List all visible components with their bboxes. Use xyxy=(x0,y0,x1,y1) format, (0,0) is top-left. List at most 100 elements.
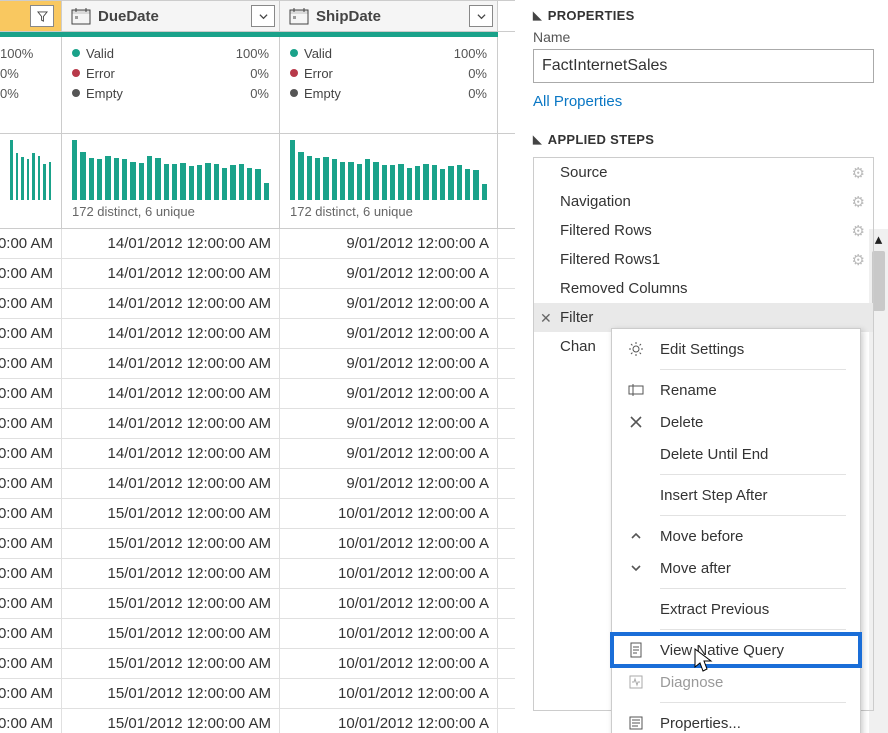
table-row[interactable]: 00:00 AM14/01/2012 12:00:00 AM9/01/2012 … xyxy=(0,259,515,289)
table-row[interactable]: 00:00 AM15/01/2012 12:00:00 AM10/01/2012… xyxy=(0,679,515,709)
table-row[interactable]: 00:00 AM14/01/2012 12:00:00 AM9/01/2012 … xyxy=(0,439,515,469)
table-cell: 15/01/2012 12:00:00 AM xyxy=(62,529,280,558)
ctx-rename[interactable]: Rename xyxy=(612,374,860,406)
ctx-move-after[interactable]: Move after xyxy=(612,552,860,584)
applied-step[interactable]: Filtered Rows ⚙ xyxy=(534,216,873,245)
column-header-partial[interactable] xyxy=(0,1,62,31)
collapse-triangle-icon: ◣ xyxy=(533,133,542,146)
properties-icon xyxy=(626,715,646,731)
applied-step[interactable]: Removed Columns xyxy=(534,274,873,303)
step-label: Filtered Rows xyxy=(560,222,652,239)
table-cell: 10/01/2012 12:00:00 A xyxy=(280,559,498,588)
table-row[interactable]: 00:00 AM14/01/2012 12:00:00 AM9/01/2012 … xyxy=(0,319,515,349)
table-cell: 9/01/2012 12:00:00 A xyxy=(280,379,498,408)
step-label: Removed Columns xyxy=(560,280,688,297)
table-row[interactable]: 00:00 AM15/01/2012 12:00:00 AM10/01/2012… xyxy=(0,559,515,589)
table-cell: 00:00 AM xyxy=(0,229,62,258)
table-cell: 9/01/2012 12:00:00 A xyxy=(280,439,498,468)
column-name: DueDate xyxy=(98,8,159,25)
all-properties-link[interactable]: All Properties xyxy=(533,93,622,110)
table-row[interactable]: 00:00 AM15/01/2012 12:00:00 AM10/01/2012… xyxy=(0,649,515,679)
applied-step[interactable]: Source⚙ xyxy=(534,158,873,187)
data-rows[interactable]: 00:00 AM14/01/2012 12:00:00 AM9/01/2012 … xyxy=(0,229,515,733)
table-cell: 10/01/2012 12:00:00 A xyxy=(280,499,498,528)
table-row[interactable]: 00:00 AM14/01/2012 12:00:00 AM9/01/2012 … xyxy=(0,409,515,439)
ctx-insert-step-after[interactable]: Insert Step After xyxy=(612,479,860,511)
table-cell: 15/01/2012 12:00:00 AM xyxy=(62,709,280,733)
gear-icon[interactable]: ⚙ xyxy=(852,222,865,240)
table-row[interactable]: 00:00 AM14/01/2012 12:00:00 AM9/01/2012 … xyxy=(0,349,515,379)
calendar-icon xyxy=(286,5,312,27)
table-cell: 00:00 AM xyxy=(0,349,62,378)
table-cell: 15/01/2012 12:00:00 AM xyxy=(62,589,280,618)
table-row[interactable]: 00:00 AM14/01/2012 12:00:00 AM9/01/2012 … xyxy=(0,289,515,319)
table-cell: 14/01/2012 12:00:00 AM xyxy=(62,439,280,468)
table-row[interactable]: 00:00 AM14/01/2012 12:00:00 AM9/01/2012 … xyxy=(0,469,515,499)
table-row[interactable]: 00:00 AM15/01/2012 12:00:00 AM10/01/2012… xyxy=(0,619,515,649)
table-cell: 14/01/2012 12:00:00 AM xyxy=(62,229,280,258)
table-cell: 15/01/2012 12:00:00 AM xyxy=(62,499,280,528)
applied-step[interactable]: Filtered Rows1 ⚙ xyxy=(534,245,873,274)
table-row[interactable]: 00:00 AM14/01/2012 12:00:00 AM9/01/2012 … xyxy=(0,229,515,259)
table-row[interactable]: 00:00 AM15/01/2012 12:00:00 AM10/01/2012… xyxy=(0,499,515,529)
table-cell: 14/01/2012 12:00:00 AM xyxy=(62,319,280,348)
column-header-duedate[interactable]: DueDate xyxy=(62,1,280,31)
column-header-row: DueDate ShipDate xyxy=(0,1,515,32)
table-cell: 10/01/2012 12:00:00 A xyxy=(280,619,498,648)
table-cell: 00:00 AM xyxy=(0,409,62,438)
table-cell: 00:00 AM xyxy=(0,259,62,288)
close-icon[interactable]: ✕ xyxy=(540,310,552,327)
chevron-up-icon xyxy=(626,529,646,543)
applied-step[interactable]: Navigation ⚙ xyxy=(534,187,873,216)
table-cell: 00:00 AM xyxy=(0,679,62,708)
properties-section-header[interactable]: ◣ PROPERTIES xyxy=(533,8,874,23)
table-cell: 00:00 AM xyxy=(0,709,62,733)
step-context-menu: Edit Settings Rename Delete Delete Until… xyxy=(611,328,861,733)
gear-icon xyxy=(626,341,646,357)
table-cell: 9/01/2012 12:00:00 A xyxy=(280,259,498,288)
document-icon xyxy=(626,642,646,658)
ctx-view-native-query[interactable]: View Native Query xyxy=(612,634,860,666)
gear-icon[interactable]: ⚙ xyxy=(852,251,865,269)
table-cell: 14/01/2012 12:00:00 AM xyxy=(62,259,280,288)
column-name: ShipDate xyxy=(316,8,381,25)
table-cell: 9/01/2012 12:00:00 A xyxy=(280,469,498,498)
table-cell: 10/01/2012 12:00:00 A xyxy=(280,679,498,708)
chevron-down-icon[interactable] xyxy=(469,5,493,27)
ctx-extract-previous[interactable]: Extract Previous xyxy=(612,593,860,625)
ctx-properties[interactable]: Properties... xyxy=(612,707,860,733)
gear-icon[interactable]: ⚙ xyxy=(852,164,865,182)
applied-steps-section-header[interactable]: ◣ APPLIED STEPS xyxy=(533,132,874,147)
step-label: Filtered Rows1 xyxy=(560,251,660,268)
table-cell: 14/01/2012 12:00:00 AM xyxy=(62,379,280,408)
table-cell: 00:00 AM xyxy=(0,289,62,318)
step-label: Navigation xyxy=(560,193,631,210)
table-cell: 9/01/2012 12:00:00 A xyxy=(280,319,498,348)
table-cell: 9/01/2012 12:00:00 A xyxy=(280,229,498,258)
ctx-edit-settings[interactable]: Edit Settings xyxy=(612,333,860,365)
table-cell: 14/01/2012 12:00:00 AM xyxy=(62,469,280,498)
table-row[interactable]: 00:00 AM14/01/2012 12:00:00 AM9/01/2012 … xyxy=(0,379,515,409)
rename-icon xyxy=(626,382,646,398)
chevron-down-icon[interactable] xyxy=(251,5,275,27)
table-cell: 15/01/2012 12:00:00 AM xyxy=(62,559,280,588)
data-grid: DueDate ShipDate 100% 0% 0% Valid1 xyxy=(0,0,515,733)
table-cell: 00:00 AM xyxy=(0,649,62,678)
ctx-delete[interactable]: Delete xyxy=(612,406,860,438)
query-name-input[interactable] xyxy=(533,49,874,83)
gear-icon[interactable]: ⚙ xyxy=(852,193,865,211)
column-header-shipdate[interactable]: ShipDate xyxy=(280,1,498,31)
ctx-move-before[interactable]: Move before xyxy=(612,520,860,552)
table-cell: 15/01/2012 12:00:00 AM xyxy=(62,649,280,678)
diagnose-icon xyxy=(626,674,646,690)
ctx-diagnose[interactable]: Diagnose xyxy=(612,666,860,698)
table-row[interactable]: 00:00 AM15/01/2012 12:00:00 AM10/01/2012… xyxy=(0,529,515,559)
calendar-icon xyxy=(68,5,94,27)
table-row[interactable]: 00:00 AM15/01/2012 12:00:00 AM10/01/2012… xyxy=(0,709,515,733)
table-cell: 14/01/2012 12:00:00 AM xyxy=(62,289,280,318)
column-quality-stats: 100% 0% 0% Valid100% Error0% Empty0% Val… xyxy=(0,37,515,134)
filter-icon[interactable] xyxy=(30,5,54,27)
table-row[interactable]: 00:00 AM15/01/2012 12:00:00 AM10/01/2012… xyxy=(0,589,515,619)
table-cell: 00:00 AM xyxy=(0,619,62,648)
ctx-delete-until-end[interactable]: Delete Until End xyxy=(612,438,860,470)
